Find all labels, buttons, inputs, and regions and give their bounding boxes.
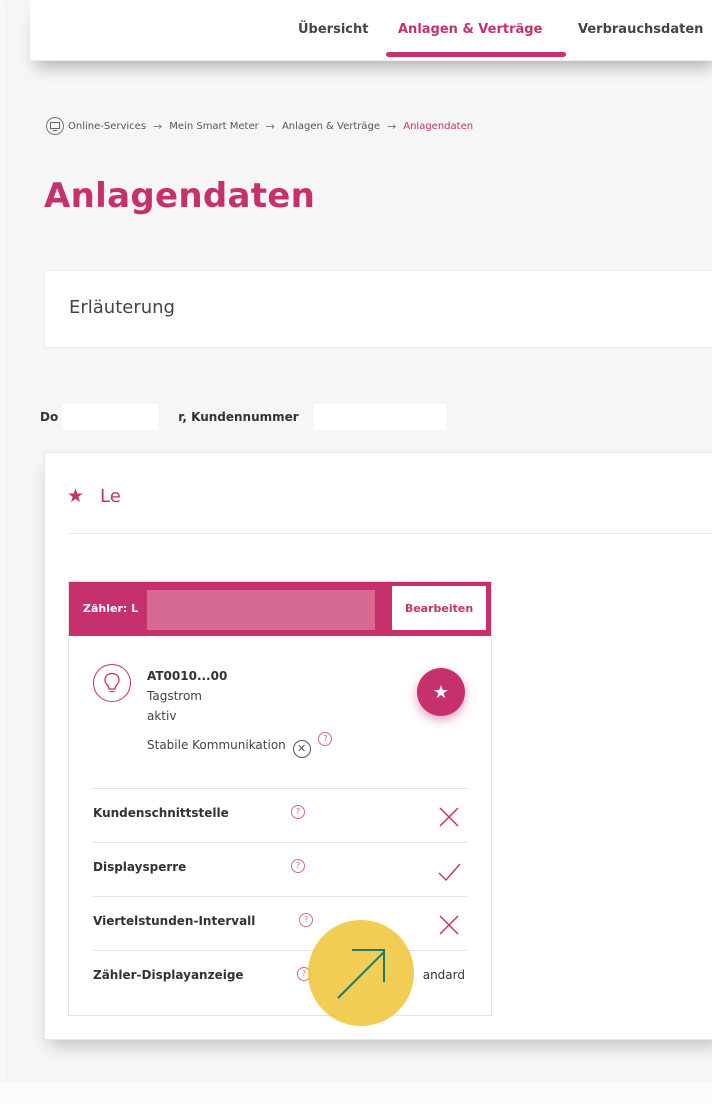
nav-tab-uebersicht[interactable]: Übersicht	[298, 22, 368, 37]
divider	[69, 533, 712, 534]
monitor-icon	[46, 117, 64, 135]
customer-name-prefix: Do	[40, 410, 59, 424]
breadcrumb-online-services[interactable]: Online-Services	[68, 121, 146, 132]
feature-label: Zähler-Displayanzeige	[93, 968, 244, 982]
lightbulb-icon	[93, 664, 131, 702]
meter-tariff: Tagstrom	[147, 689, 202, 703]
meter-label: Zähler: L	[83, 602, 139, 615]
communication-status: Stabile Kommunikation	[147, 738, 286, 752]
nav-tab-anlagen-vertraege[interactable]: Anlagen & Verträge	[398, 22, 542, 37]
favorite-star-icon: ★	[67, 485, 85, 507]
page-bottom-edge	[0, 1082, 712, 1104]
accordion-label: Erläuterung	[69, 297, 175, 318]
active-tab-indicator	[386, 52, 566, 57]
display-setting-value: andard	[422, 968, 465, 982]
nav-tab-verbrauchsdaten[interactable]: Verbrauchsdaten	[578, 22, 703, 37]
meter-point-id: AT0010...00	[147, 669, 228, 683]
redacted-customer-number	[314, 404, 446, 430]
highlight-marker	[308, 920, 414, 1026]
breadcrumb-arrow-icon: →	[265, 119, 275, 133]
breadcrumb-arrow-icon: →	[387, 119, 397, 133]
help-icon[interactable]: ?	[291, 804, 305, 819]
meter-status: aktiv	[147, 709, 177, 723]
meter-header: Zähler: L Bearbeiten	[69, 582, 491, 636]
breadcrumb: Online-Services → Mein Smart Meter → Anl…	[46, 116, 473, 136]
favorite-star-button[interactable]: ★	[417, 668, 465, 716]
customer-number-label: r, Kundennummer	[178, 410, 299, 424]
check-icon	[438, 863, 461, 882]
redacted-meter-name	[147, 590, 375, 630]
feature-row: Kundenschnittstelle ?	[93, 788, 467, 843]
breadcrumb-anlagen-vertraege[interactable]: Anlagen & Verträge	[282, 121, 380, 132]
redacted-name	[62, 404, 158, 430]
page-title: Anlagendaten	[44, 176, 316, 216]
feature-label: Viertelstunden-Intervall	[93, 914, 256, 928]
feature-label: Displaysperre	[93, 860, 187, 874]
close-circle-icon: ✕	[292, 740, 311, 758]
contract-header[interactable]: ★ Le	[67, 485, 121, 507]
contract-title: Le	[100, 485, 121, 507]
edit-button[interactable]: Bearbeiten	[391, 585, 487, 631]
breadcrumb-arrow-icon: →	[153, 119, 163, 133]
breadcrumb-mein-smart-meter[interactable]: Mein Smart Meter	[169, 121, 258, 132]
meter-panel: Zähler: L Bearbeiten AT0010...00 Tagstro…	[68, 581, 492, 1016]
help-icon[interactable]: ?	[291, 858, 305, 873]
breadcrumb-current: Anlagendaten	[403, 120, 474, 132]
help-icon[interactable]: ?	[318, 732, 333, 746]
cross-icon	[439, 807, 459, 827]
communication-row: Stabile Kommunikation ✕ ?	[147, 732, 333, 758]
top-navigation: Übersicht Anlagen & Verträge Verbrauchsd…	[30, 0, 712, 61]
arrow-up-right-icon	[337, 949, 385, 999]
explanation-accordion[interactable]: Erläuterung	[44, 270, 712, 348]
feature-label: Kundenschnittstelle	[93, 806, 229, 820]
meter-details: AT0010...00 Tagstrom aktiv Stabile Kommu…	[147, 666, 333, 758]
feature-row: Displaysperre ?	[93, 842, 467, 897]
cross-icon	[439, 915, 459, 935]
